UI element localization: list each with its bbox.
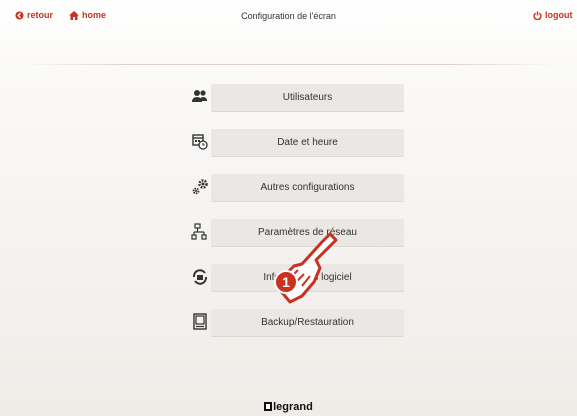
top-bar: retour home Configuration de l'écran log… bbox=[0, 0, 577, 34]
logout-label: logout bbox=[545, 10, 573, 20]
gears-icon bbox=[192, 179, 208, 195]
menu-item-backup[interactable]: Backup/Restauration bbox=[185, 309, 404, 337]
menu-item-label: Backup/Restauration bbox=[261, 317, 354, 328]
menu-item-label: Autres configurations bbox=[260, 182, 355, 193]
config-menu: Utilisateurs Date et heure Autres config… bbox=[185, 84, 404, 354]
callout-number: 1 bbox=[282, 274, 290, 290]
brand-name: legrand bbox=[273, 401, 313, 413]
brand-logo: legrand bbox=[0, 401, 577, 413]
menu-item-users[interactable]: Utilisateurs bbox=[185, 84, 404, 112]
menu-item-label: Utilisateurs bbox=[282, 92, 333, 103]
page-title: Configuration de l'écran bbox=[241, 11, 336, 21]
calendar-clock-icon bbox=[192, 134, 208, 150]
callout-badge: 1 bbox=[274, 270, 298, 294]
legrand-mark-icon bbox=[264, 402, 273, 411]
logout-button[interactable]: logout bbox=[533, 10, 573, 20]
users-icon bbox=[192, 90, 207, 102]
backup-icon bbox=[193, 313, 207, 330]
power-icon bbox=[533, 10, 542, 20]
pointing-hand-callout: 1 bbox=[274, 232, 338, 304]
menu-item-other-settings[interactable]: Autres configurations bbox=[185, 174, 404, 202]
software-info-icon bbox=[192, 269, 208, 285]
header-divider bbox=[20, 64, 557, 65]
menu-item-label: Date et heure bbox=[277, 137, 338, 148]
network-icon bbox=[191, 223, 207, 240]
menu-item-date-time[interactable]: Date et heure bbox=[185, 129, 404, 157]
